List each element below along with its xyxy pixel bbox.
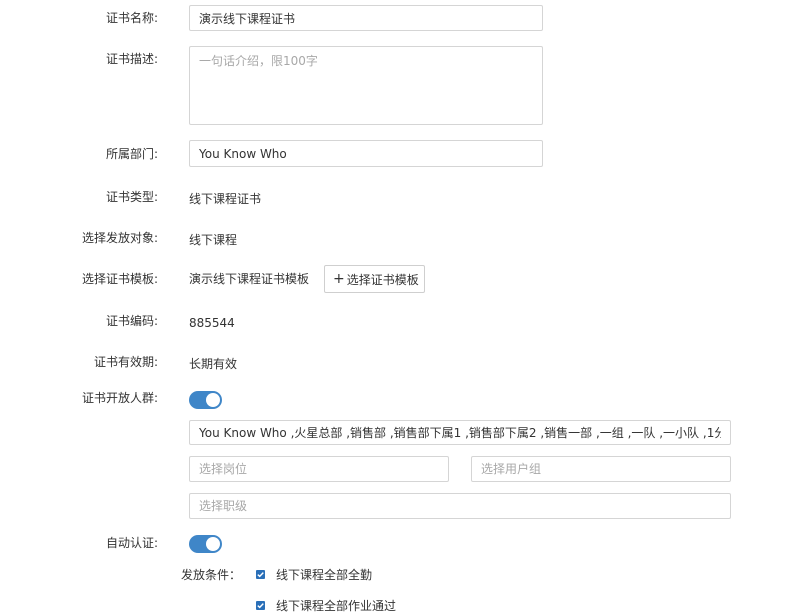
condition-checkbox-homework[interactable] [256,601,265,610]
target-value: 线下课程 [189,233,238,247]
position-select[interactable] [189,456,449,482]
audience-label: 证书开放人群: [81,391,158,405]
condition-label-homework: 线下课程全部作业通过 [276,599,397,613]
cert-description-textarea[interactable] [189,46,543,125]
target-label: 选择发放对象: [81,231,158,245]
select-template-button[interactable]: + 选择证书模板 [324,265,425,293]
template-value: 演示线下课程证书模板 [189,272,310,286]
plus-icon: + [333,271,345,287]
department-label: 所属部门: [105,147,158,161]
validity-label: 证书有效期: [93,355,158,369]
template-label: 选择证书模板: [81,272,158,286]
cert-description-label: 证书描述: [105,52,158,66]
checkmark-icon [257,603,264,609]
auto-cert-label: 自动认证: [105,536,158,550]
cert-code-label: 证书编码: [105,314,158,328]
rank-select[interactable] [189,493,731,519]
condition-checkbox-attendance[interactable] [256,570,265,579]
toggle-knob [206,393,220,407]
validity-value: 长期有效 [189,357,238,371]
audience-scope-input[interactable] [189,420,731,445]
cert-type-label: 证书类型: [105,190,158,204]
auto-cert-toggle[interactable] [189,535,222,553]
conditions-label: 发放条件： [181,568,242,582]
user-group-select[interactable] [471,456,731,482]
toggle-knob [206,537,220,551]
cert-type-value: 线下课程证书 [189,192,262,206]
cert-name-input[interactable] [189,5,543,31]
cert-code-value: 885544 [189,316,235,330]
cert-name-label: 证书名称: [105,11,158,25]
checkmark-icon [257,572,264,578]
department-input[interactable] [189,140,543,167]
audience-toggle[interactable] [189,391,222,409]
select-template-button-label: 选择证书模板 [346,272,419,287]
condition-label-attendance: 线下课程全部全勤 [276,568,373,582]
